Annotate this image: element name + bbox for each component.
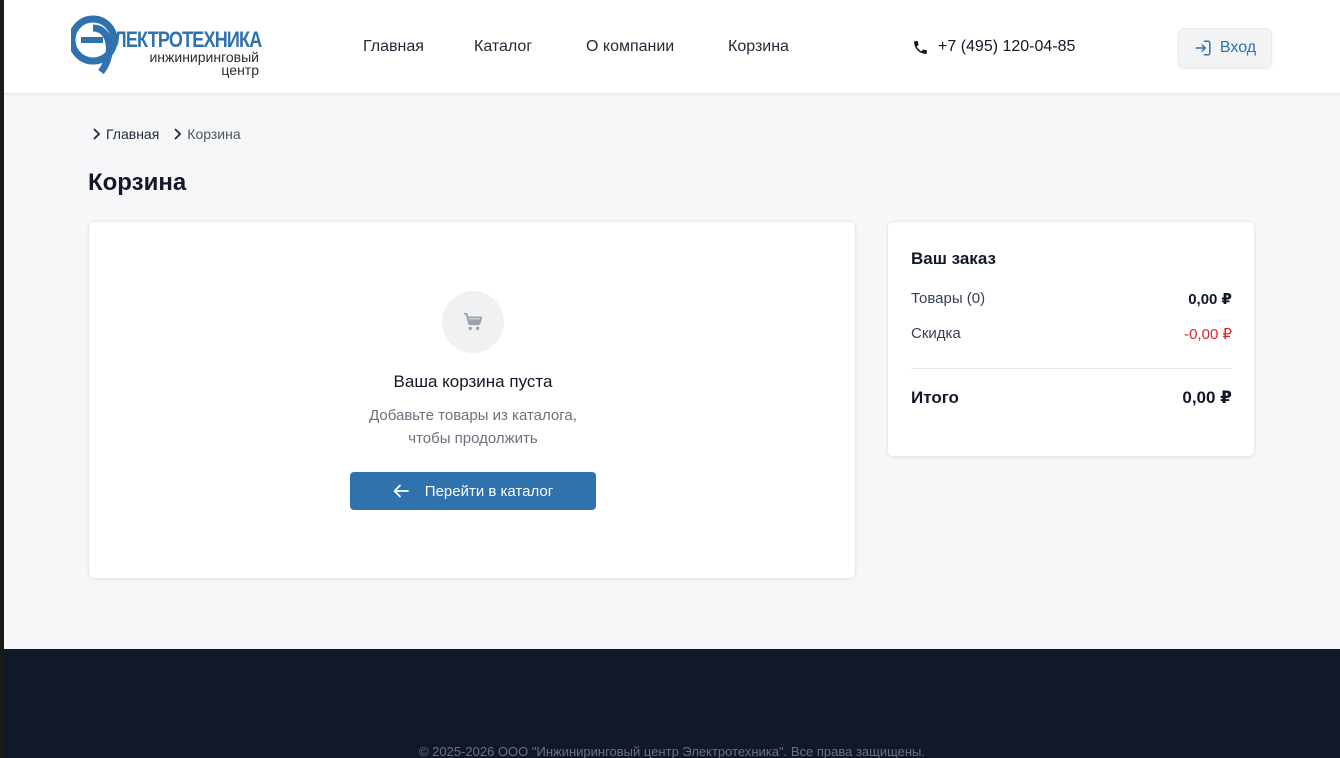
site-footer: © 2025-2026 ООО "Инжиниринговый центр Эл…	[4, 649, 1340, 758]
phone-icon	[914, 40, 927, 54]
login-button[interactable]: Вход	[1178, 28, 1272, 68]
order-items-value: 0,00 ₽	[1188, 291, 1232, 308]
order-divider	[911, 368, 1232, 369]
page-title: Корзина	[88, 169, 187, 196]
empty-cart-description: Добавьте товары из каталога, чтобы продо…	[89, 404, 857, 450]
order-discount-label: Скидка	[911, 325, 961, 342]
chevron-right-icon	[93, 128, 100, 140]
order-summary: Ваш заказ Товары (0) 0,00 ₽ Скидка -0,00…	[887, 221, 1255, 457]
chevron-right-icon	[174, 128, 182, 140]
breadcrumb-cart-label: Корзина	[187, 126, 241, 142]
cart-panel: Ваша корзина пуста Добавьте товары из ка…	[88, 221, 856, 579]
login-icon	[1195, 40, 1211, 56]
order-items-row: Товары (0) 0,00 ₽	[911, 290, 1232, 308]
cart-icon	[463, 312, 483, 331]
nav-cart[interactable]: Корзина	[728, 38, 789, 56]
order-total-row: Итого 0,00 ₽	[911, 388, 1232, 408]
order-summary-title: Ваш заказ	[911, 249, 996, 268]
site-header: ЛЕКТРОТЕХНИКА инжиниринговый центр Главн…	[4, 0, 1340, 94]
go-to-catalog-label: Перейти в каталог	[424, 482, 554, 500]
nav-catalog[interactable]: Каталог	[474, 38, 532, 56]
breadcrumb-item-home[interactable]: Главная	[92, 126, 159, 142]
logo-subtitle-2: центр	[221, 62, 259, 78]
company-logo[interactable]: ЛЕКТРОТЕХНИКА инжиниринговый центр	[71, 14, 262, 78]
arrow-left-icon	[393, 484, 409, 498]
order-total-label: Итого	[911, 388, 959, 407]
login-label: Вход	[1219, 39, 1257, 56]
footer-copyright: © 2025-2026 ООО "Инжиниринговый центр Эл…	[418, 744, 926, 758]
phone-link[interactable]: +7 (495) 120-04-85	[912, 38, 1075, 56]
empty-cart-description-line-1: Добавьте товары из каталога,	[369, 407, 577, 424]
order-total-value: 0,00 ₽	[1182, 388, 1232, 407]
nav-home[interactable]: Главная	[363, 38, 424, 56]
empty-cart-description-line-2: чтобы продолжить	[408, 430, 538, 447]
nav-about[interactable]: О компании	[586, 38, 674, 56]
order-items-label: Товары (0)	[911, 290, 986, 307]
page: ЛЕКТРОТЕХНИКА инжиниринговый центр Главн…	[4, 0, 1340, 758]
breadcrumb: Главная Корзина	[92, 126, 255, 142]
breadcrumb-home-label: Главная	[106, 126, 160, 142]
order-discount-row: Скидка -0,00 ₽	[911, 325, 1232, 343]
breadcrumb-item-cart: Корзина	[173, 126, 241, 142]
go-to-catalog-button[interactable]: Перейти в каталог	[350, 472, 596, 510]
empty-cart-title: Ваша корзина пуста	[393, 372, 553, 391]
order-discount-value: -0,00 ₽	[1184, 326, 1232, 343]
phone-number: +7 (495) 120-04-85	[938, 38, 1076, 55]
empty-cart-icon-circle	[442, 291, 504, 353]
